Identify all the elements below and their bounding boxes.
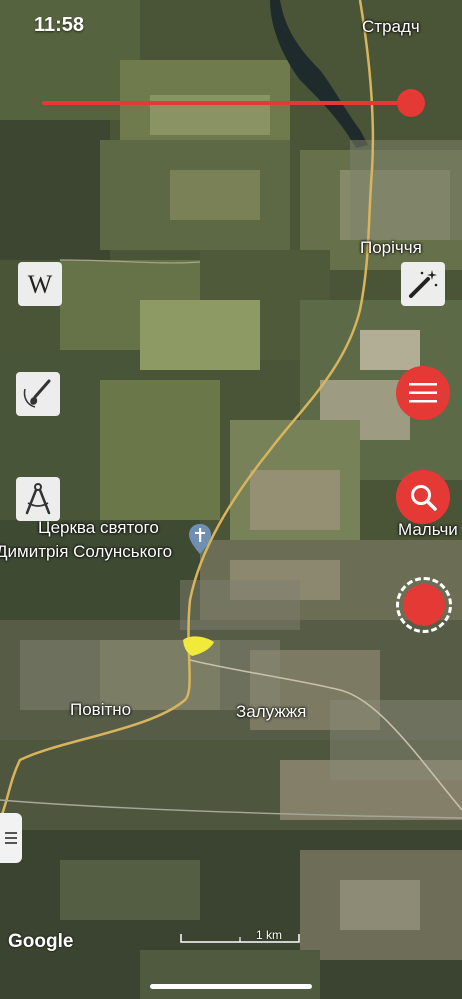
compass-divider-icon	[25, 483, 51, 515]
draw-button[interactable]	[16, 372, 60, 416]
wikipedia-icon: W	[28, 270, 53, 299]
home-indicator[interactable]	[150, 984, 312, 989]
menu-icon	[409, 383, 437, 403]
record-icon[interactable]	[403, 584, 445, 626]
magic-wand-button[interactable]	[401, 262, 445, 306]
place-label-stradch: Страдч	[362, 17, 420, 36]
place-label-zaluzhzhia: Залужжя	[236, 702, 307, 721]
scale-label: 1 km	[256, 928, 283, 942]
list-icon	[5, 832, 17, 844]
place-label-church-line1: Церква святого	[38, 518, 159, 537]
search-button[interactable]	[396, 470, 450, 524]
google-attribution: Google	[8, 931, 74, 952]
magic-wand-icon	[409, 270, 438, 298]
church-pin-icon[interactable]	[189, 524, 211, 554]
svg-text:W: W	[28, 270, 53, 299]
paint-brush-icon	[23, 379, 51, 408]
menu-button[interactable]	[396, 366, 450, 420]
status-time: 11:58	[34, 14, 85, 36]
satellite-map[interactable]	[0, 0, 462, 999]
place-label-porichchia: Поріччя	[360, 238, 422, 257]
opacity-slider-track[interactable]	[42, 101, 410, 105]
side-panel-tab[interactable]	[0, 813, 22, 863]
search-icon	[411, 485, 437, 511]
place-label-church-line2: Димитрія Солунського	[0, 542, 173, 561]
opacity-slider-thumb[interactable]	[397, 89, 425, 117]
wikipedia-button[interactable]: W	[18, 262, 62, 306]
measure-button[interactable]	[16, 477, 60, 521]
place-label-povitno: Повітно	[70, 700, 132, 719]
